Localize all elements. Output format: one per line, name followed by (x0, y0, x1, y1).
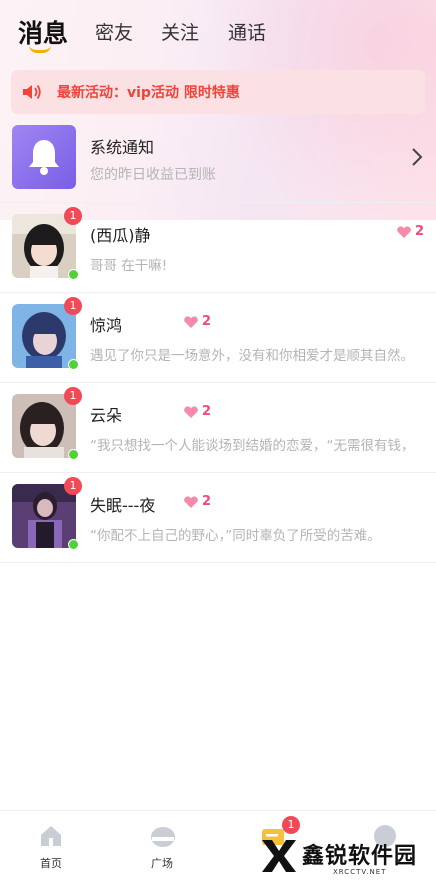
watermark-url: XRCCTV.NET (333, 868, 387, 876)
online-indicator (68, 539, 79, 550)
intimacy-value: 2 (415, 224, 425, 239)
online-indicator (68, 359, 79, 370)
message-preview: 遇见了你只是一场意外，没有和你相爱才是顺其自然。 (90, 348, 414, 364)
banner-text: 最新活动：vip活动 限时特惠 (57, 85, 240, 101)
home-icon (41, 826, 61, 846)
divider (0, 292, 436, 293)
avatar (12, 304, 76, 368)
conversation-row[interactable]: 1 失眠---夜 2 “你配不上自己的野心，”同时辜负了所受的苦难。 (0, 477, 436, 574)
heart-icon (397, 226, 411, 238)
speaker-icon (21, 82, 43, 102)
intimacy-value: 2 (202, 314, 212, 329)
message-preview: “我只想找一个人能谈场到结婚的恋爱，“无需很有钱， (90, 438, 415, 454)
nav-home-label: 首页 (40, 857, 62, 870)
divider (0, 472, 436, 473)
contact-name: 惊鸿 (90, 316, 123, 335)
system-notice-row[interactable]: 系统通知 您的昨日收益已到账 (0, 120, 436, 202)
online-indicator (68, 269, 79, 280)
nav-home[interactable]: 首页 (16, 811, 86, 885)
online-indicator (68, 449, 79, 460)
divider (0, 202, 436, 203)
heart-icon (184, 316, 198, 328)
tab-close-friends[interactable]: 密友 (95, 18, 133, 45)
chevron-right-icon (410, 146, 424, 172)
system-notice-title: 系统通知 (90, 138, 155, 157)
divider (0, 382, 436, 383)
unread-badge: 1 (64, 207, 82, 225)
nav-plaza-label: 广场 (151, 857, 173, 870)
watermark-logo-icon (262, 840, 296, 872)
tab-calls[interactable]: 通话 (228, 18, 266, 45)
bell-icon (29, 140, 59, 175)
avatar (12, 214, 76, 278)
tab-following[interactable]: 关注 (161, 18, 199, 45)
contact-name: 云朵 (90, 406, 123, 425)
conversation-row[interactable]: 1 惊鸿 2 遇见了你只是一场意外，没有和你相爱才是顺其自然。 (0, 297, 436, 394)
avatar (12, 394, 76, 458)
unread-badge: 1 (64, 477, 82, 495)
top-tabs: 消息 密友 关注 通话 (0, 0, 436, 62)
message-preview: 哥哥 在干嘛! (90, 258, 168, 274)
heart-icon (184, 406, 198, 418)
system-notice-subtitle: 您的昨日收益已到账 (90, 167, 216, 183)
intimacy-value: 2 (202, 404, 212, 419)
intimacy-value: 2 (202, 494, 212, 509)
nav-plaza[interactable]: 广场 (127, 811, 197, 885)
watermark: 鑫锐软件园 XRCCTV.NET (256, 828, 432, 885)
heart-icon (184, 496, 198, 508)
conversation-row[interactable]: 1 云朵 2 “我只想找一个人能谈场到结婚的恋爱，“无需很有钱， (0, 387, 436, 484)
divider (0, 562, 436, 563)
contact-name: (西瓜)静 (90, 226, 151, 245)
active-tab-indicator (29, 45, 51, 53)
plaza-icon (151, 827, 175, 847)
unread-badge: 1 (64, 297, 82, 315)
system-notice-avatar (12, 125, 76, 189)
message-preview: “你配不上自己的野心，”同时辜负了所受的苦难。 (90, 528, 381, 544)
contact-name: 失眠---夜 (90, 496, 156, 515)
conversation-row[interactable]: 1 (西瓜)静 2 哥哥 在干嘛! (0, 207, 436, 304)
watermark-text: 鑫锐软件园 (302, 844, 418, 869)
avatar (12, 484, 76, 548)
activity-banner[interactable]: 最新活动：vip活动 限时特惠 (11, 70, 425, 114)
unread-badge: 1 (64, 387, 82, 405)
